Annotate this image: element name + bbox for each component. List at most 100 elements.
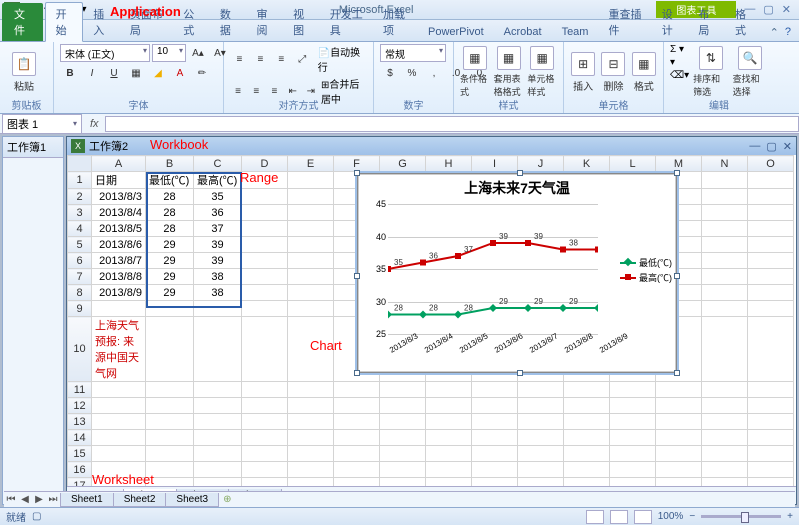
- col-header[interactable]: H: [426, 156, 472, 172]
- row-header[interactable]: 15: [68, 446, 92, 462]
- format-cells-button[interactable]: ▦格式: [631, 44, 657, 100]
- cell[interactable]: [610, 382, 656, 398]
- phonetic-icon[interactable]: ✏: [192, 64, 212, 82]
- cell[interactable]: [610, 414, 656, 430]
- cell-style-button[interactable]: ▦单元格样式: [527, 44, 557, 100]
- cell[interactable]: [334, 462, 380, 478]
- cell[interactable]: [564, 430, 610, 446]
- cell[interactable]: [242, 446, 288, 462]
- cell[interactable]: [426, 430, 472, 446]
- cell[interactable]: [242, 205, 288, 221]
- cell[interactable]: [656, 478, 702, 487]
- bold-button[interactable]: B: [60, 64, 80, 82]
- cell[interactable]: [242, 237, 288, 253]
- formula-input[interactable]: [105, 116, 799, 132]
- sheet-area[interactable]: ABCDEFGHIJKLMNO1日期最低(℃)最高(℃)22013/8/3283…: [67, 155, 796, 486]
- cell[interactable]: [518, 462, 564, 478]
- cell[interactable]: [610, 462, 656, 478]
- cell[interactable]: [242, 285, 288, 301]
- row-header[interactable]: 17: [68, 478, 92, 487]
- view-normal-icon[interactable]: [586, 510, 604, 524]
- cell[interactable]: [242, 317, 288, 382]
- cell[interactable]: 28: [146, 205, 194, 221]
- cell[interactable]: [702, 237, 748, 253]
- cell[interactable]: 2013/8/8: [92, 269, 146, 285]
- cell[interactable]: [702, 398, 748, 414]
- conditional-format-button[interactable]: ▦条件格式: [460, 44, 490, 100]
- chart[interactable]: 上海未来7天气温 25303540452013/8/32013/8/42013/…: [357, 173, 677, 373]
- cell[interactable]: 上海天气预报: 来源中国天气网: [92, 317, 146, 382]
- cell[interactable]: [146, 382, 194, 398]
- cell[interactable]: [288, 478, 334, 487]
- cell[interactable]: [242, 301, 288, 317]
- cell[interactable]: [288, 172, 334, 189]
- cell[interactable]: [380, 430, 426, 446]
- tab-formulas[interactable]: 公式: [173, 3, 210, 41]
- cell[interactable]: [146, 462, 194, 478]
- wb-maximize-icon[interactable]: ▢: [766, 140, 776, 153]
- cell[interactable]: [702, 285, 748, 301]
- row-header[interactable]: 4: [68, 221, 92, 237]
- close-icon[interactable]: ✕: [782, 3, 791, 16]
- tab-team[interactable]: Team: [552, 23, 599, 41]
- fx-icon[interactable]: fx: [84, 118, 105, 130]
- col-header[interactable]: E: [288, 156, 334, 172]
- cell[interactable]: [92, 414, 146, 430]
- cell[interactable]: [242, 430, 288, 446]
- cell[interactable]: [92, 430, 146, 446]
- cell[interactable]: [288, 285, 334, 301]
- tab-acrobat[interactable]: Acrobat: [494, 23, 552, 41]
- cell[interactable]: 2013/8/6: [92, 237, 146, 253]
- cell[interactable]: [288, 382, 334, 398]
- cell[interactable]: [288, 189, 334, 205]
- cell[interactable]: [426, 382, 472, 398]
- tab-home[interactable]: 开始: [45, 2, 84, 42]
- font-color-icon[interactable]: A: [170, 64, 190, 82]
- cell[interactable]: [426, 478, 472, 487]
- sort-filter-button[interactable]: ⇅排序和筛选: [693, 44, 728, 100]
- col-header[interactable]: A: [92, 156, 146, 172]
- cell[interactable]: [656, 430, 702, 446]
- wb-minimize-icon[interactable]: —: [749, 140, 760, 153]
- cell[interactable]: [610, 478, 656, 487]
- cell[interactable]: [380, 462, 426, 478]
- cell[interactable]: [748, 446, 794, 462]
- cell[interactable]: 2013/8/9: [92, 285, 146, 301]
- cell[interactable]: [92, 462, 146, 478]
- cell[interactable]: [472, 446, 518, 462]
- col-header[interactable]: L: [610, 156, 656, 172]
- cell[interactable]: [146, 430, 194, 446]
- table-format-button[interactable]: ▦套用表格格式: [494, 44, 524, 100]
- cell[interactable]: [748, 430, 794, 446]
- autosum-icon[interactable]: Σ ▾: [670, 44, 689, 55]
- cell[interactable]: [702, 478, 748, 487]
- cell[interactable]: [334, 398, 380, 414]
- cell[interactable]: [194, 317, 242, 382]
- cell[interactable]: [518, 382, 564, 398]
- cell[interactable]: [702, 221, 748, 237]
- cell[interactable]: [702, 430, 748, 446]
- macro-record-icon[interactable]: ▢: [32, 511, 41, 522]
- tab-developer[interactable]: 开发工具: [320, 3, 373, 41]
- cell[interactable]: 37: [194, 221, 242, 237]
- cell[interactable]: 2013/8/5: [92, 221, 146, 237]
- zoom-slider[interactable]: [701, 515, 781, 518]
- cell[interactable]: [518, 446, 564, 462]
- cell[interactable]: [748, 253, 794, 269]
- tab-page-layout[interactable]: 页面布局: [120, 3, 173, 41]
- row-header[interactable]: 7: [68, 269, 92, 285]
- col-header[interactable]: K: [564, 156, 610, 172]
- maximize-icon[interactable]: ▢: [763, 3, 773, 16]
- tab-layout[interactable]: 布局: [688, 3, 725, 41]
- row-header[interactable]: 13: [68, 414, 92, 430]
- cell[interactable]: [194, 301, 242, 317]
- cell[interactable]: [146, 446, 194, 462]
- sheet-tab[interactable]: Sheet3: [165, 493, 219, 507]
- cell[interactable]: 最低(℃): [146, 172, 194, 189]
- cell[interactable]: [748, 189, 794, 205]
- cell[interactable]: [288, 221, 334, 237]
- cell[interactable]: [334, 478, 380, 487]
- plot-area[interactable]: 25303540452013/8/32013/8/42013/8/52013/8…: [388, 204, 598, 334]
- cell[interactable]: [426, 462, 472, 478]
- align-top-icon[interactable]: ≡: [230, 50, 249, 68]
